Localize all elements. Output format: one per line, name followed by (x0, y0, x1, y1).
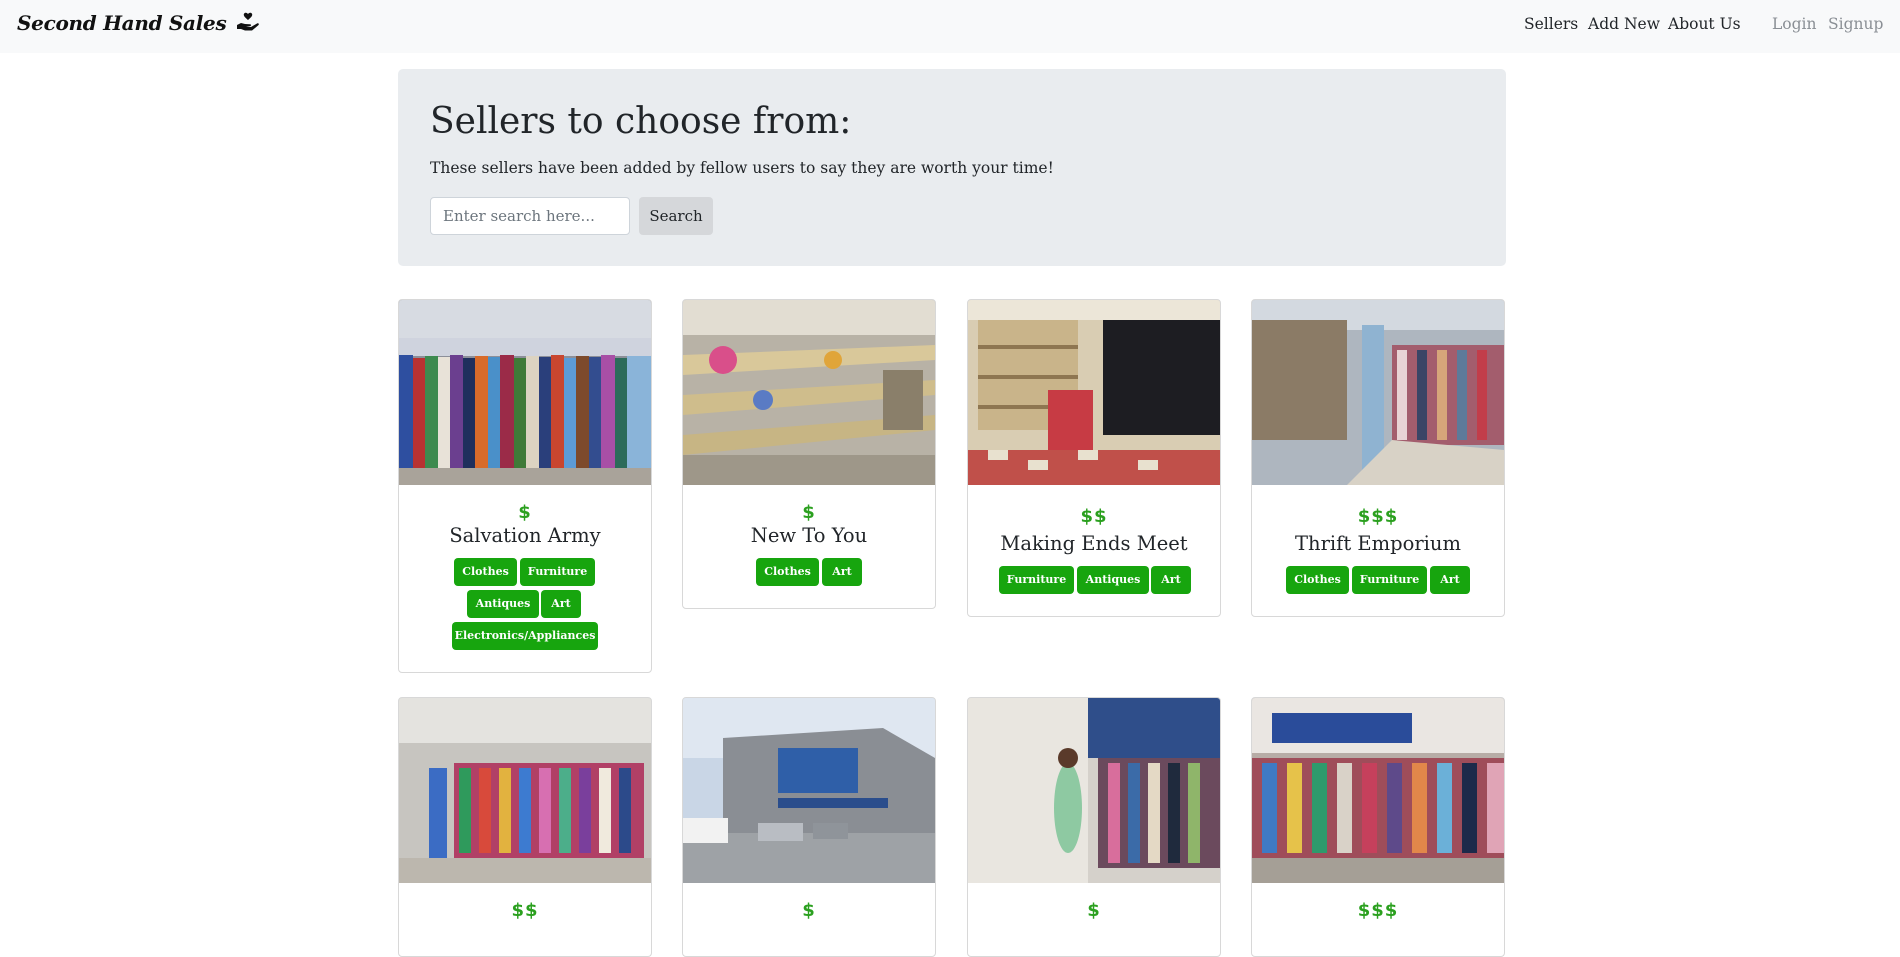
seller-card[interactable]: $ New To You Clothes Art (682, 299, 936, 609)
search-input[interactable] (430, 197, 630, 235)
tag-badge[interactable]: Antiques (1077, 566, 1149, 594)
tag-badge[interactable]: Electronics/Appliances (452, 622, 598, 650)
price-level: $ (1087, 900, 1101, 921)
search-button[interactable]: Search (639, 197, 713, 235)
price-level: $ (802, 502, 816, 523)
seller-card[interactable]: $ (682, 697, 936, 957)
seller-card[interactable]: $ Salvation Army Clothes Furniture Antiq… (398, 299, 652, 673)
store-photo (968, 698, 1220, 883)
tag-badge[interactable]: Clothes (1286, 566, 1349, 594)
tag-badge[interactable]: Art (822, 558, 862, 586)
seller-name: Thrift Emporium (1295, 532, 1461, 555)
seller-name: New To You (750, 524, 868, 547)
price-level: $$ (511, 900, 539, 921)
hand-heart-icon (237, 12, 259, 31)
tag-badge[interactable]: Furniture (999, 566, 1074, 594)
tag-badge[interactable]: Art (541, 590, 581, 618)
nav-login[interactable]: Login (1772, 15, 1817, 33)
hero-lead: These sellers have been added by fellow … (430, 159, 1054, 177)
navbar: Second Hand Sales Sellers Add New About … (0, 0, 1900, 53)
tag-badge[interactable]: Art (1430, 566, 1470, 594)
store-photo (1252, 698, 1504, 883)
price-level: $$ (1080, 506, 1108, 527)
store-photo (683, 698, 935, 883)
nav-add-new[interactable]: Add New (1588, 15, 1660, 33)
price-level: $$$ (1357, 506, 1399, 527)
page-title: Sellers to choose from: (430, 101, 852, 142)
tag-badge[interactable]: Furniture (1352, 566, 1427, 594)
nav-about-us[interactable]: About Us (1668, 15, 1741, 33)
tag-badge[interactable]: Clothes (756, 558, 819, 586)
store-photo (399, 300, 651, 485)
nav-signup[interactable]: Signup (1828, 15, 1883, 33)
store-photo (968, 300, 1220, 485)
nav-sellers[interactable]: Sellers (1524, 15, 1578, 33)
price-level: $ (802, 900, 816, 921)
tag-badge[interactable]: Antiques (467, 590, 539, 618)
seller-card[interactable]: $ (967, 697, 1221, 957)
store-photo (399, 698, 651, 883)
seller-card[interactable]: $$ Making Ends Meet Furniture Antiques A… (967, 299, 1221, 617)
seller-card[interactable]: $$ (398, 697, 652, 957)
store-photo (683, 300, 935, 485)
brand-name: Second Hand Sales (17, 11, 227, 35)
seller-card[interactable]: $$$ Thrift Emporium Clothes Furniture Ar… (1251, 299, 1505, 617)
seller-name: Salvation Army (449, 524, 601, 547)
tag-badge[interactable]: Art (1151, 566, 1191, 594)
seller-name: Making Ends Meet (1000, 532, 1188, 555)
hero-panel: Sellers to choose from: These sellers ha… (398, 69, 1506, 266)
brand-logo[interactable]: Second Hand Sales (17, 11, 260, 35)
price-level: $$$ (1357, 900, 1399, 921)
store-photo (1252, 300, 1504, 485)
tag-badge[interactable]: Furniture (520, 558, 595, 586)
tag-badge[interactable]: Clothes (454, 558, 517, 586)
seller-card[interactable]: $$$ (1251, 697, 1505, 957)
price-level: $ (518, 502, 532, 523)
